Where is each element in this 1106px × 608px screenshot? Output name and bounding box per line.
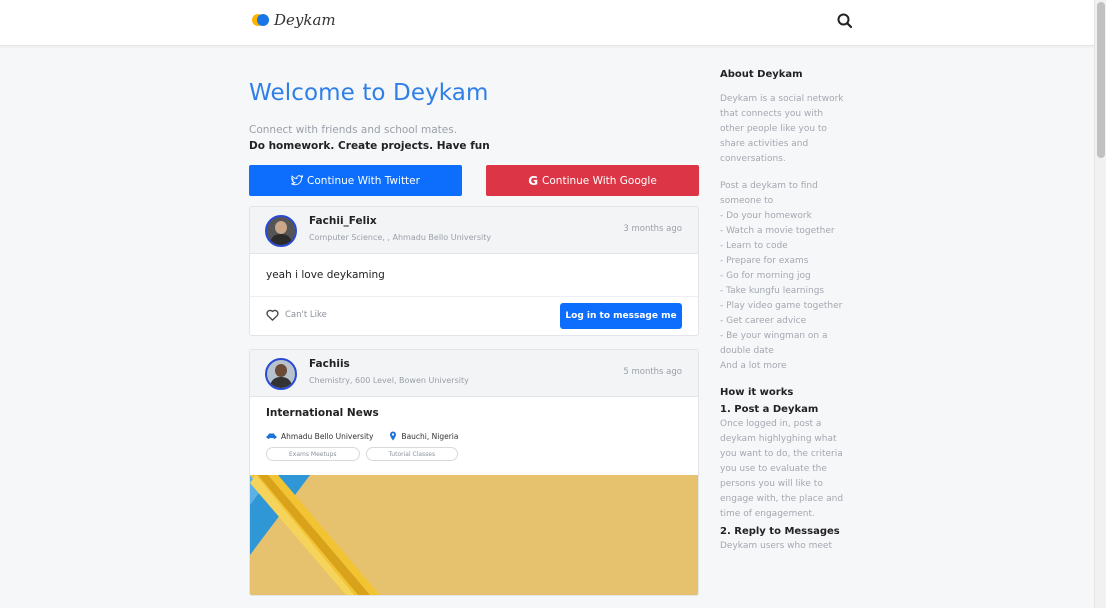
post-card: Fachiis Chemistry, 600 Level, Bowen Univ… <box>249 349 699 596</box>
post-timestamp: 5 months ago <box>623 367 682 377</box>
brand-name: Deykam <box>274 11 336 29</box>
step-title: 2. Reply to Messages <box>720 526 840 537</box>
post-school: Ahmadu Bello University <box>266 432 373 441</box>
list-item: - Watch a movie together <box>720 226 835 236</box>
list-item: - Get career advice <box>720 316 807 326</box>
post-tags: Exams Meetups Tutorial Classes <box>266 447 682 461</box>
tagline: Connect with friends and school mates. <box>249 124 458 136</box>
post-school-label: Ahmadu Bello University <box>281 431 374 441</box>
post-intro: Post a deykam to find someone to <box>720 181 818 206</box>
list-item: - Do your homework <box>720 211 812 221</box>
post-location: Bauchi, Nigeria <box>389 431 458 441</box>
tagline-bold: Do homework. Create projects. Have fun <box>249 140 490 152</box>
post-image <box>250 475 698 595</box>
post-title: International News <box>266 407 379 419</box>
list-item: - Prepare for exams <box>720 256 809 266</box>
post-footer: Can't Like Log in to message me <box>250 297 698 335</box>
auth-buttons: Continue With Twitter G Continue With Go… <box>249 165 699 196</box>
heart-icon <box>266 309 279 321</box>
post-card: Fachii_Felix Computer Science, , Ahmadu … <box>249 206 699 336</box>
list-item: - Learn to code <box>720 241 788 251</box>
post-timestamp: 3 months ago <box>623 224 682 234</box>
location-pin-icon <box>390 431 397 441</box>
post-location-label: Bauchi, Nigeria <box>401 431 459 441</box>
scrollbar-thumb[interactable] <box>1097 2 1105 158</box>
post-meta-row: Ahmadu Bello University Bauchi, Nigeria <box>266 431 682 441</box>
main-feed: Welcome to Deykam Connect with friends a… <box>249 46 699 596</box>
avatar[interactable] <box>265 215 297 247</box>
twitter-login-button[interactable]: Continue With Twitter <box>249 165 462 196</box>
step-text: Deykam users who meet <box>720 541 832 551</box>
post-user-meta: Chemistry, 600 Level, Bowen University <box>309 376 469 385</box>
post-username[interactable]: Fachiis <box>309 358 350 370</box>
car-icon <box>266 433 277 439</box>
like-button[interactable]: Can't Like <box>266 309 327 321</box>
page-scrollbar[interactable] <box>1094 0 1106 608</box>
search-icon[interactable] <box>836 12 854 30</box>
list-item: - Play video game together <box>720 301 843 311</box>
twitter-login-label: Continue With Twitter <box>307 174 420 187</box>
about-title: About Deykam <box>720 69 803 80</box>
twitter-icon <box>291 175 304 186</box>
list-item: - Be your wingman on a double date <box>720 331 828 356</box>
activity-list: - Do your homework - Watch a movie toget… <box>720 209 844 374</box>
about-text: Deykam is a social network that connects… <box>720 94 844 164</box>
logo-icon <box>252 14 270 26</box>
tag-chip[interactable]: Tutorial Classes <box>365 447 459 461</box>
how-it-works-title: How it works <box>720 387 794 398</box>
google-login-button[interactable]: G Continue With Google <box>486 165 699 196</box>
brand-logo[interactable]: Deykam <box>252 11 336 29</box>
avatar[interactable] <box>265 358 297 390</box>
list-item: And a lot more <box>720 361 787 371</box>
step-text: Once logged in, post a deykam highlyghin… <box>720 419 844 519</box>
like-label: Can't Like <box>285 310 327 320</box>
page-title: Welcome to Deykam <box>249 80 489 106</box>
top-navbar: Deykam <box>0 0 1094 46</box>
post-header: Fachiis Chemistry, 600 Level, Bowen Univ… <box>250 350 698 397</box>
post-user-meta: Computer Science, , Ahmadu Bello Univers… <box>309 233 492 242</box>
google-icon: G <box>528 173 539 188</box>
post-body: yeah i love deykaming <box>250 254 698 297</box>
tag-chip[interactable]: Exams Meetups <box>266 447 360 461</box>
step-title: 1. Post a Deykam <box>720 404 819 415</box>
message-login-button[interactable]: Log in to message me <box>560 303 682 329</box>
post-header: Fachii_Felix Computer Science, , Ahmadu … <box>250 207 698 254</box>
google-login-label: Continue With Google <box>542 174 657 187</box>
post-username[interactable]: Fachii_Felix <box>309 215 377 227</box>
list-item: - Take kungfu learnings <box>720 286 825 296</box>
list-item: - Go for morning jog <box>720 271 811 281</box>
sidebar: About Deykam Deykam is a social network … <box>720 68 844 554</box>
